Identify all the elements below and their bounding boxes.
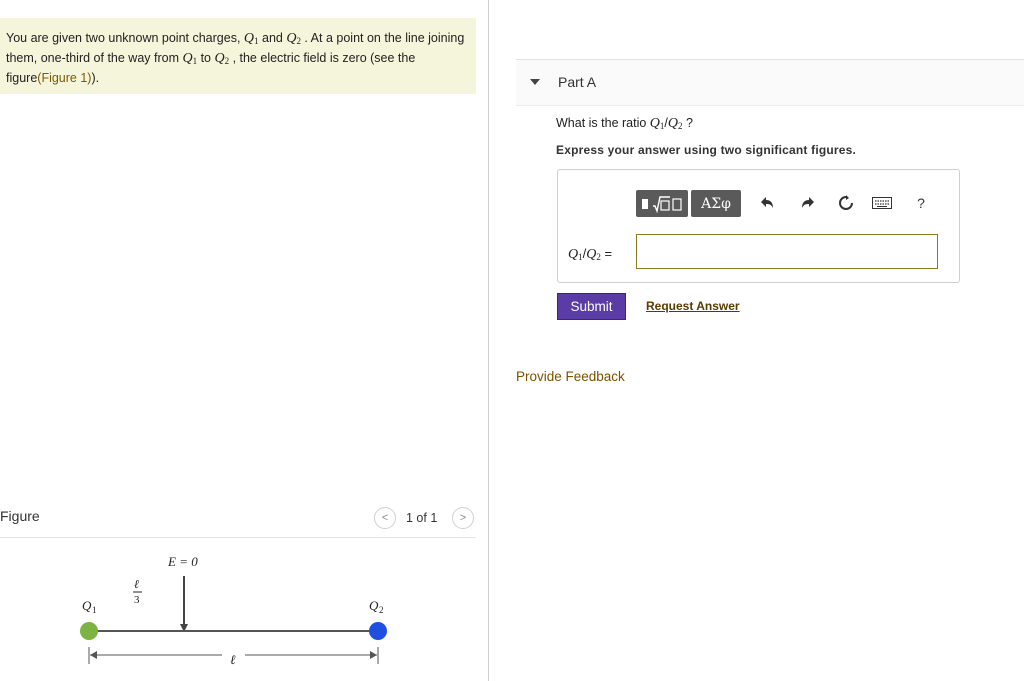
request-answer-link[interactable]: Request Answer (646, 299, 740, 313)
answer-label-equals: = (600, 246, 613, 261)
figure-q1-subscript: 1 (92, 605, 97, 615)
redo-icon[interactable] (797, 192, 819, 214)
answer-label-q2-letter: Q (586, 247, 597, 262)
question-q1: Q1 (650, 116, 665, 131)
problem-text-and: and (258, 31, 287, 45)
answer-label: Q1/Q2 = (568, 246, 612, 263)
part-a-header[interactable]: Part A (516, 59, 1024, 106)
figure-q2-letter: Q (369, 598, 379, 613)
q1-letter: Q (243, 31, 255, 46)
answer-label-q1: Q1 (568, 247, 583, 262)
reset-icon[interactable] (835, 192, 857, 214)
question-q2: Q2 (668, 116, 683, 131)
problem-text-part4: ). (91, 71, 100, 85)
part-a-label: Part A (558, 74, 597, 90)
figure-divider (0, 537, 476, 538)
templates-button[interactable] (636, 190, 688, 217)
figure-next-button[interactable]: > (452, 507, 474, 529)
charge-q2-dot (369, 622, 387, 640)
length-arrow-left (90, 651, 97, 659)
q2-symbol-2: Q2 (214, 51, 229, 66)
q2-symbol: Q2 (286, 31, 301, 46)
problem-statement-panel: You are given two unknown point charges,… (0, 18, 476, 94)
help-icon[interactable]: ? (910, 192, 932, 214)
answer-box: ΑΣφ ? Q1/Q2 = (557, 169, 960, 283)
figure-q2-subscript: 2 (379, 605, 384, 615)
provide-feedback-link[interactable]: Provide Feedback (516, 369, 625, 384)
column-divider (488, 0, 489, 681)
q2-letter: Q (286, 31, 297, 46)
collapse-triangle-icon[interactable] (530, 79, 540, 85)
length-label: ℓ (230, 652, 236, 667)
keyboard-icon[interactable] (871, 192, 893, 214)
question-prefix: What is the ratio (556, 116, 650, 130)
figure-pager: 1 of 1 (406, 511, 438, 525)
question-text: What is the ratio Q1/Q2 ? (556, 116, 693, 132)
symbols-button[interactable]: ΑΣφ (691, 190, 741, 217)
q1-letter-2: Q (182, 51, 193, 66)
figure-diagram: E = 0 ℓ 3 Q 1 Q 2 ℓ (80, 554, 387, 667)
problem-text-part1: You are given two unknown point charges, (6, 31, 244, 45)
third-fraction-numerator: ℓ (134, 577, 139, 591)
submit-button[interactable]: Submit (557, 293, 626, 320)
field-zero-label: E = 0 (167, 554, 198, 569)
figure-title: Figure (0, 508, 40, 524)
q1-symbol-2: Q1 (182, 51, 197, 66)
problem-text: You are given two unknown point charges,… (6, 30, 468, 87)
question-q1-letter: Q (649, 116, 660, 131)
undo-icon[interactable] (756, 192, 778, 214)
figure-prev-button[interactable]: < (374, 507, 396, 529)
figure-link[interactable]: (Figure 1) (37, 71, 91, 85)
charge-q1-dot (80, 622, 98, 640)
figure-q1-letter: Q (82, 598, 92, 613)
q1-symbol: Q1 (244, 31, 259, 46)
answer-label-q2: Q2 (586, 247, 601, 262)
answer-label-q1-letter: Q (568, 247, 579, 262)
q2-letter-2: Q (214, 51, 225, 66)
question-suffix: ? (682, 116, 693, 130)
problem-text-to: to (197, 51, 215, 65)
answer-input[interactable] (636, 234, 938, 269)
question-q2-letter: Q (667, 116, 679, 131)
third-fraction-denominator: 3 (134, 594, 140, 606)
answer-instruction: Express your answer using two significan… (556, 143, 857, 157)
length-arrow-right (370, 651, 377, 659)
templates-icon (642, 195, 682, 213)
